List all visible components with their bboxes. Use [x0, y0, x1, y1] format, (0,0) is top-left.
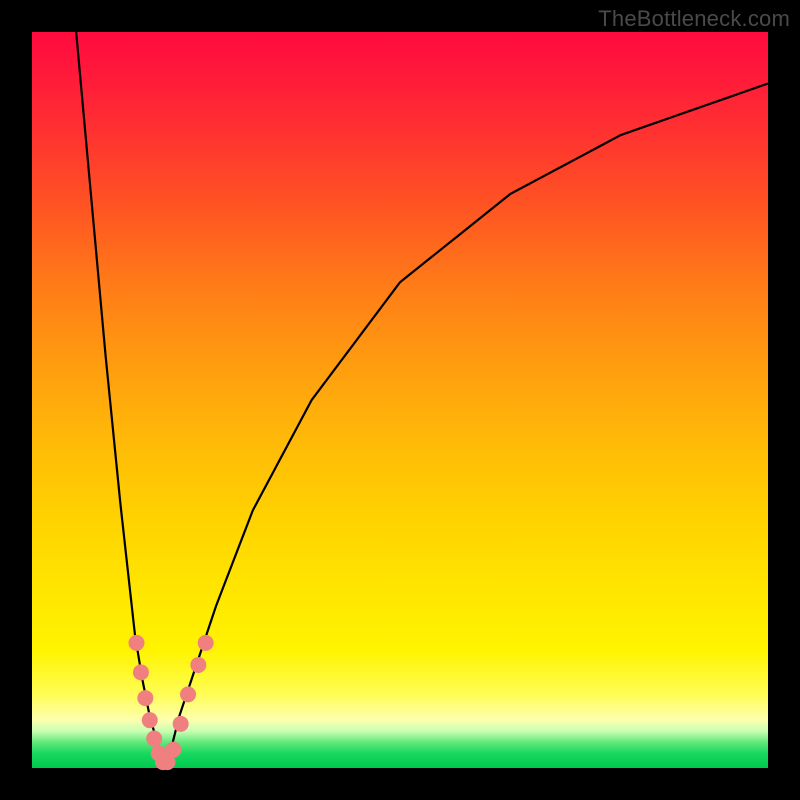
highlight-dot: [180, 686, 196, 702]
plot-area: [32, 32, 768, 768]
watermark-text: TheBottleneck.com: [598, 6, 790, 32]
curve-left: [76, 32, 164, 764]
chart-svg: [32, 32, 768, 768]
highlight-dot: [146, 731, 162, 747]
curve-right: [164, 84, 768, 765]
highlight-dot: [165, 742, 181, 758]
highlight-dot: [133, 664, 149, 680]
highlight-dot: [173, 716, 189, 732]
highlight-dot: [190, 657, 206, 673]
highlight-dot: [142, 712, 158, 728]
highlight-dots: [129, 635, 214, 770]
highlight-dot: [137, 690, 153, 706]
highlight-dot: [129, 635, 145, 651]
highlight-dot: [198, 635, 214, 651]
chart-frame: TheBottleneck.com: [0, 0, 800, 800]
